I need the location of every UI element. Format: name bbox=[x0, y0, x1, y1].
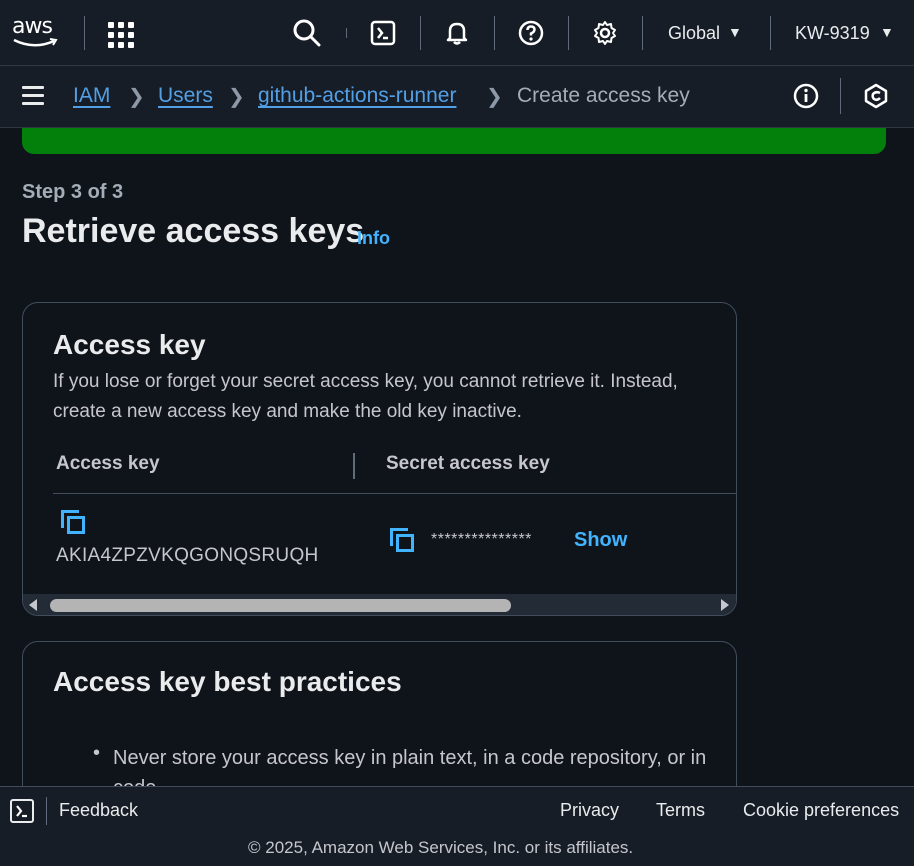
divider bbox=[346, 28, 347, 38]
notifications-bell-icon[interactable] bbox=[442, 18, 472, 48]
info-panel-icon[interactable] bbox=[791, 81, 821, 111]
divider bbox=[420, 16, 421, 50]
divider bbox=[840, 78, 841, 114]
account-label: KW-9319 bbox=[795, 23, 870, 43]
divider bbox=[568, 16, 569, 50]
terms-link[interactable]: Terms bbox=[656, 800, 705, 821]
breadcrumb-users[interactable]: Users bbox=[158, 84, 213, 108]
column-header-access-key: Access key bbox=[56, 453, 160, 474]
success-banner bbox=[22, 128, 886, 154]
column-divider bbox=[353, 453, 355, 479]
copy-access-key-icon[interactable] bbox=[61, 510, 87, 536]
column-header-secret: Secret access key bbox=[386, 453, 550, 474]
aws-logo-text: aws bbox=[12, 14, 53, 39]
menu-hamburger-icon[interactable] bbox=[22, 86, 44, 106]
breadcrumb-current: Create access key bbox=[517, 84, 690, 107]
card-description: If you lose or forget your secret access… bbox=[53, 371, 678, 422]
page-title: Retrieve access keys bbox=[22, 212, 365, 250]
aws-smile-icon bbox=[13, 38, 58, 47]
breadcrumb-iam[interactable]: IAM bbox=[73, 84, 110, 108]
horizontal-scrollbar[interactable] bbox=[23, 594, 736, 615]
footer: Feedback Privacy Terms Cookie preference… bbox=[0, 786, 914, 866]
table-divider bbox=[53, 493, 736, 494]
aws-logo[interactable]: aws bbox=[10, 14, 62, 50]
card-heading: Access key bbox=[53, 329, 206, 360]
bullet-icon: • bbox=[93, 742, 101, 764]
show-secret-button[interactable]: Show bbox=[574, 529, 627, 552]
caret-down-icon: ▼ bbox=[728, 24, 742, 40]
region-label: Global bbox=[668, 23, 721, 43]
chevron-right-icon: ❯ bbox=[486, 86, 503, 108]
cookie-preferences-link[interactable]: Cookie preferences bbox=[743, 800, 899, 821]
divider bbox=[46, 797, 47, 825]
security-shield-icon[interactable] bbox=[861, 81, 891, 111]
chevron-right-icon: ❯ bbox=[128, 86, 145, 108]
cloudshell-footer-icon[interactable] bbox=[10, 799, 34, 823]
scroll-left-arrow-icon[interactable] bbox=[29, 599, 37, 611]
scroll-right-arrow-icon[interactable] bbox=[721, 599, 729, 611]
services-menu-icon[interactable] bbox=[108, 22, 134, 48]
chevron-right-icon: ❯ bbox=[228, 86, 245, 108]
search-icon[interactable] bbox=[292, 18, 322, 48]
cloudshell-icon[interactable] bbox=[368, 18, 398, 48]
help-icon[interactable] bbox=[516, 18, 546, 48]
secret-key-masked: *************** bbox=[431, 531, 532, 548]
divider bbox=[642, 16, 643, 50]
copy-secret-key-icon[interactable] bbox=[390, 528, 416, 554]
divider bbox=[84, 16, 85, 50]
settings-gear-icon[interactable] bbox=[590, 18, 620, 48]
info-link[interactable]: Info bbox=[357, 228, 390, 249]
breadcrumb: IAM ❯ Users ❯ github-actions-runner ❯ Cr… bbox=[0, 66, 914, 128]
access-key-value: AKIA4ZPZVKQGONQSRUQH bbox=[56, 545, 319, 566]
access-key-card: Access key If you lose or forget your se… bbox=[22, 302, 737, 616]
caret-down-icon: ▼ bbox=[880, 24, 894, 40]
copyright-text: © 2025, Amazon Web Services, Inc. or its… bbox=[248, 838, 634, 857]
divider bbox=[494, 16, 495, 50]
divider bbox=[770, 16, 771, 50]
best-practices-heading: Access key best practices bbox=[53, 666, 402, 697]
scrollbar-thumb[interactable] bbox=[50, 599, 511, 612]
feedback-link[interactable]: Feedback bbox=[59, 800, 138, 821]
breadcrumb-user[interactable]: github-actions-runner bbox=[258, 84, 456, 108]
top-navigation-bar: aws Global ▼ KW-9319 ▼ bbox=[0, 0, 914, 66]
step-indicator: Step 3 of 3 bbox=[22, 181, 124, 203]
privacy-link[interactable]: Privacy bbox=[560, 800, 619, 821]
